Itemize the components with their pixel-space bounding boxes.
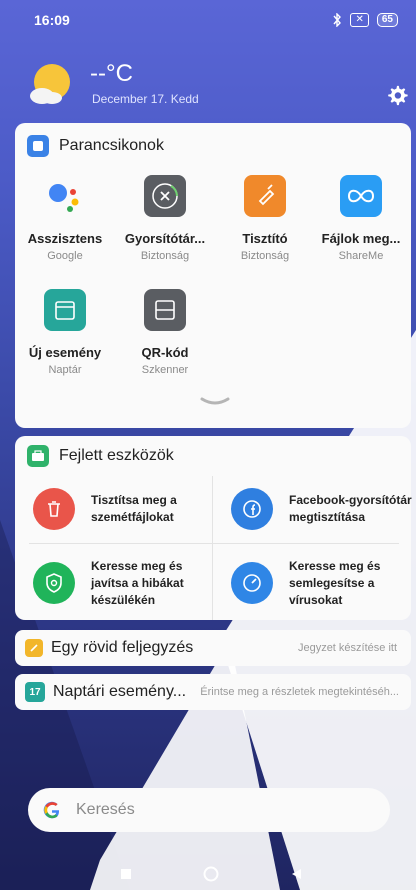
bluetooth-icon [333,13,342,27]
trash-icon [33,488,75,530]
google-g-icon [43,801,60,819]
weather-date: December 17. Kedd [92,92,199,106]
tool-label: Tisztítsa meg a szemétfájlokat [91,493,177,524]
note-title: Egy rövid feljegyzés [51,639,194,656]
search-placeholder: Keresés [76,801,135,818]
note-card[interactable]: Egy rövid feljegyzés Jegyzet készítése i… [15,630,411,666]
shortcut-label: Új esemény [28,345,102,360]
shortcut-sublabel: Google [47,250,83,262]
tools-header: Fejlett eszközök [15,436,411,476]
shortcut-cleaner[interactable]: Tisztító Biztonság [219,175,311,262]
shortcut-label: Fájlok meg... [321,231,401,246]
qr-scanner-icon [144,289,186,331]
battery-icon: 65 [376,13,398,27]
note-icon [25,639,43,657]
google-assistant-icon [44,175,86,217]
calendar-title: Naptári esemény... [53,683,187,700]
shortcut-label: QR-kód [141,345,189,360]
tool-clean-junk[interactable]: Tisztítsa meg a szemétfájlokat [33,476,229,542]
back-button[interactable] [290,868,302,880]
search-bar[interactable]: Keresés [28,788,390,832]
shield-icon [33,562,75,604]
tool-label: Keresse meg és javítsa a hibákat készülé… [91,558,184,607]
tool-virus-scan[interactable]: Keresse meg és semlegesítse a vírusokat [231,546,416,620]
shortcuts-card-icon [27,135,49,157]
recents-button[interactable] [120,868,132,880]
cache-clear-icon [144,175,186,217]
virus-scan-icon [231,562,273,604]
shortcuts-grid: Asszisztens Google Gyorsítótár... Bizton… [15,169,411,409]
gear-icon[interactable] [386,84,408,106]
shortcuts-header: Parancsikonok [15,123,411,169]
tool-facebook-cache[interactable]: Facebook-gyorsítótár megtisztítása [231,476,416,542]
tools-card: Fejlett eszközök Tisztítsa meg a szemétf… [15,436,412,620]
navigation-bar [0,858,416,890]
calendar-badge-icon: 17 [25,682,45,702]
shortcuts-card: Parancsikonok Asszisztens Google Gyorsít… [15,123,411,428]
shortcut-assistant[interactable]: Asszisztens Google [19,175,111,262]
calendar-hint: Érintse meg a részletek megtekintéséh... [200,686,399,698]
calendar-icon [44,289,86,331]
toolbox-icon [27,445,49,467]
shortcut-shareme[interactable]: Fájlok meg... ShareMe [315,175,407,262]
home-button[interactable] [203,866,219,882]
note-hint: Jegyzet készítése itt [297,642,397,654]
tools-title: Fejlett eszközök [59,447,174,464]
tool-fix-issues[interactable]: Keresse meg és javítsa a hibákat készülé… [33,546,229,620]
sim-status-icon: ✕ [350,13,369,27]
temperature: --°C [90,60,133,87]
tool-label: Facebook-gyorsítótár megtisztítása [289,493,412,524]
shortcut-label: Tisztító [242,231,288,246]
shortcut-label: Gyorsítótár... [124,231,206,246]
divider [29,543,399,544]
shortcut-sublabel: Biztonság [140,250,190,262]
calendar-card[interactable]: 17 Naptári esemény... Érintse meg a rész… [15,674,411,710]
shortcut-sublabel: Biztonság [240,250,290,262]
shortcut-new-event[interactable]: Új esemény Naptár [19,289,111,376]
tools-grid: Tisztítsa meg a szemétfájlokat Facebook-… [15,476,412,620]
shortcuts-title: Parancsikonok [59,137,164,154]
shortcut-qr[interactable]: QR-kód Szkenner [119,289,211,376]
status-bar: 16:09 ✕ 65 [0,0,416,40]
status-time: 16:09 [34,12,70,28]
shortcut-sublabel: Naptár [48,364,82,376]
cleaner-icon [244,175,286,217]
weather-widget[interactable]: --°C December 17. Kedd [28,58,408,114]
shortcut-cache[interactable]: Gyorsítótár... Biztonság [119,175,211,262]
calendar-badge-day: 17 [29,686,41,698]
shareme-icon [340,175,382,217]
partly-cloudy-icon [30,64,70,104]
shortcut-label: Asszisztens [27,231,103,246]
tool-label: Keresse meg és semlegesítse a vírusokat [289,558,381,607]
shortcut-sublabel: Szkenner [141,364,189,376]
facebook-cleaner-icon [231,488,273,530]
chevron-down-icon[interactable] [200,397,230,407]
shortcut-sublabel: ShareMe [338,250,384,262]
